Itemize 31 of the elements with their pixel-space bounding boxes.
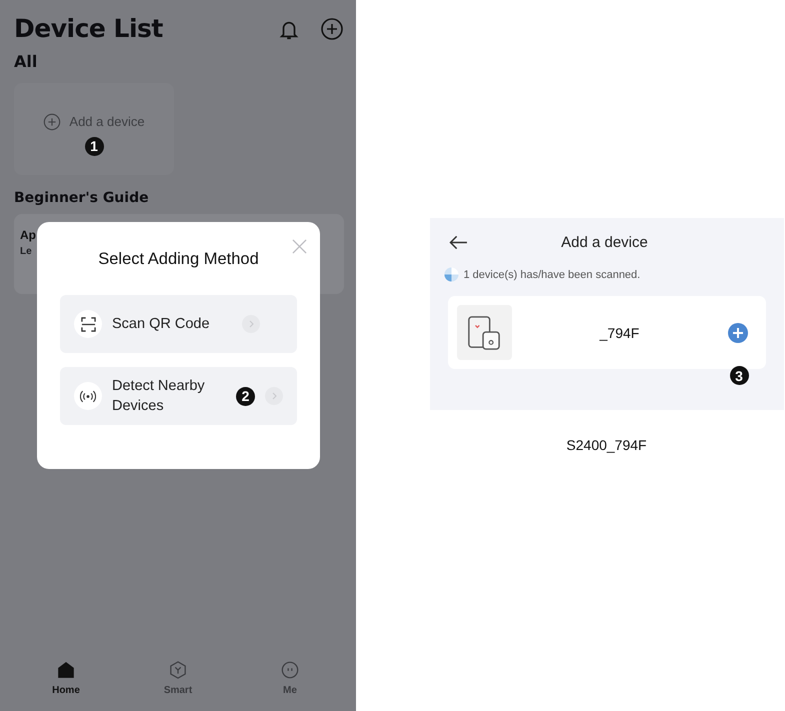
dialog-title: Select Adding Method — [97, 250, 260, 269]
screen-title: Add a device — [560, 234, 649, 251]
device-drawing — [467, 314, 501, 350]
tab[interactable]: Home — [36, 661, 96, 696]
signal-icon — [80, 390, 96, 402]
guide-card-subtitle: Le — [20, 246, 32, 257]
add-icon — [43, 112, 62, 130]
option-button[interactable]: Scan QR Code — [60, 295, 297, 353]
scan-status: 1 device(s) has/have been scanned. — [464, 268, 640, 280]
step-number: 1 — [84, 136, 104, 156]
device-name: _794F — [598, 324, 640, 340]
chevron-icon — [265, 387, 283, 405]
step-number: 2 — [236, 386, 255, 406]
scan-icon — [80, 316, 96, 332]
add-device-button[interactable] — [728, 322, 748, 342]
add-icon[interactable] — [320, 16, 344, 40]
add-device-label: Add a device — [69, 114, 145, 129]
section-heading: All — [14, 52, 38, 71]
section-heading: Beginner's Guide — [14, 190, 150, 206]
back-arrow-icon[interactable] — [448, 235, 468, 250]
option-button[interactable]: Detect Nearby Devices 2 — [60, 367, 297, 425]
hexagon-icon — [169, 661, 187, 679]
chevron-icon — [242, 315, 260, 333]
home-icon — [57, 661, 75, 679]
face-icon — [281, 661, 299, 679]
page-title: Device List — [14, 14, 164, 43]
step-number: 3 — [730, 366, 748, 385]
caption: S2400_794F — [566, 437, 647, 453]
add-device-card[interactable]: Add a device 1 — [14, 83, 174, 175]
loading-icon — [444, 267, 458, 282]
guide-card-title: Ap — [20, 228, 36, 242]
